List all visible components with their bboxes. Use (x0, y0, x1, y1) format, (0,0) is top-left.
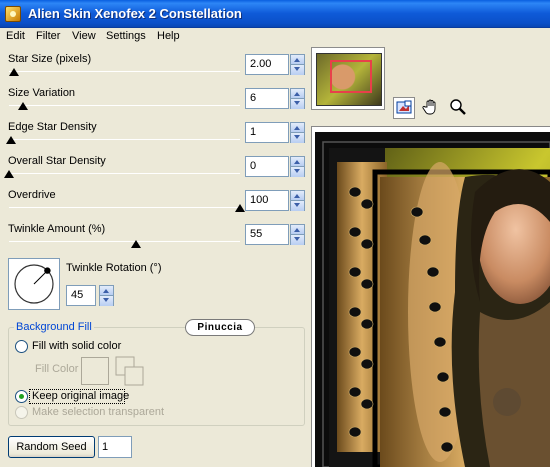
spin-down-icon[interactable] (291, 133, 304, 143)
twinkle-amount-label: Twinkle Amount (%) (8, 223, 106, 235)
spin-down-icon[interactable] (291, 167, 304, 177)
overall-star-density-field[interactable]: 0 (245, 156, 289, 177)
star-size-field[interactable]: 2.00 (245, 54, 289, 75)
size-variation-field[interactable]: 6 (245, 88, 289, 109)
twinkle-rotation-field[interactable]: 45 (66, 285, 96, 306)
preview-toggle-button[interactable] (393, 97, 415, 119)
edge-star-density-spinner[interactable] (290, 122, 305, 143)
star-size-spinner[interactable] (290, 54, 305, 75)
size-variation-slider-track[interactable] (9, 105, 240, 106)
window-title: Alien Skin Xenofex 2 Constellation (28, 6, 242, 21)
edge-star-density-slider-thumb[interactable] (6, 136, 17, 144)
keep-original-radio[interactable] (15, 390, 28, 403)
fill-solid-label[interactable]: Fill with solid color (32, 340, 121, 352)
menu-help[interactable]: Help (157, 30, 180, 42)
transparent-radio[interactable] (15, 406, 28, 419)
spin-down-icon[interactable] (291, 201, 304, 211)
fill-color-swatch[interactable] (81, 357, 109, 385)
zoom-icon (450, 99, 466, 115)
twinkle-rotation-spinner[interactable] (99, 285, 114, 306)
overdrive-slider-track[interactable] (9, 207, 240, 208)
transparent-label[interactable]: Make selection transparent (32, 406, 164, 418)
spin-up-icon[interactable] (291, 225, 304, 235)
overdrive-slider-thumb[interactable] (235, 204, 245, 212)
star-size-label: Star Size (pixels) (8, 53, 92, 65)
spin-down-icon[interactable] (100, 296, 113, 306)
zoom-tool-button[interactable] (448, 97, 470, 119)
spin-down-icon[interactable] (291, 99, 304, 109)
spin-up-icon[interactable] (291, 157, 304, 167)
fill-color-label: Fill Color (35, 363, 79, 375)
spin-up-icon[interactable] (291, 55, 304, 65)
twinkle-amount-slider-track[interactable] (9, 241, 240, 242)
edge-star-density-field[interactable]: 1 (245, 122, 289, 143)
random-seed-button[interactable]: Random Seed (8, 436, 95, 458)
size-variation-slider-thumb[interactable] (17, 102, 28, 110)
spin-down-icon[interactable] (291, 65, 304, 75)
menu-settings[interactable]: Settings (106, 30, 146, 42)
twinkle-amount-slider-thumb[interactable] (131, 240, 142, 248)
overall-star-density-spinner[interactable] (290, 156, 305, 177)
edge-star-density-slider-track[interactable] (9, 139, 240, 140)
spin-down-icon[interactable] (291, 235, 304, 245)
twinkle-rotation-label: Twinkle Rotation (°) (66, 262, 162, 274)
hand-tool-button[interactable] (421, 97, 443, 119)
spin-up-icon[interactable] (100, 286, 113, 296)
twinkle-amount-field[interactable]: 55 (245, 224, 289, 245)
rotation-dial[interactable] (8, 258, 60, 310)
spin-up-icon[interactable] (291, 89, 304, 99)
edge-star-density-label: Edge Star Density (8, 121, 97, 133)
swatch-swap-icon (115, 356, 145, 386)
overall-star-density-slider-thumb[interactable] (4, 170, 14, 178)
menu-edit[interactable]: Edit (6, 30, 25, 42)
size-variation-label: Size Variation (8, 87, 76, 99)
viewport-rect[interactable] (330, 60, 372, 93)
thumbnail-image (316, 53, 382, 106)
menu-filter[interactable]: Filter (36, 30, 60, 42)
preview-toggle-icon (396, 100, 412, 114)
menu-view[interactable]: View (72, 30, 96, 42)
overall-star-density-slider-track[interactable] (9, 173, 240, 174)
preview-image[interactable] (315, 132, 550, 467)
background-fill-legend: Background Fill (14, 321, 94, 333)
random-seed-field[interactable]: 1 (98, 436, 132, 458)
menu-bar: Edit Filter View Settings Help (0, 28, 550, 46)
app-icon (5, 6, 21, 22)
title-bar[interactable]: Alien Skin Xenofex 2 Constellation (0, 0, 550, 28)
size-variation-spinner[interactable] (290, 88, 305, 109)
twinkle-amount-spinner[interactable] (290, 224, 305, 245)
fill-solid-radio[interactable] (15, 340, 28, 353)
spin-up-icon[interactable] (291, 191, 304, 201)
rotation-dial-icon (14, 264, 54, 304)
overdrive-field[interactable]: 100 (245, 190, 289, 211)
star-size-slider-thumb[interactable] (8, 68, 19, 76)
spin-up-icon[interactable] (291, 123, 304, 133)
overdrive-spinner[interactable] (290, 190, 305, 211)
keep-original-label[interactable]: Keep original image (32, 390, 129, 402)
navigator-thumbnail[interactable] (311, 47, 385, 110)
hand-icon (422, 99, 436, 115)
star-size-slider-track[interactable] (9, 71, 240, 72)
watermark-logo: Pinuccia (185, 319, 255, 336)
overdrive-label: Overdrive (8, 189, 56, 201)
overall-star-density-label: Overall Star Density (8, 155, 106, 167)
